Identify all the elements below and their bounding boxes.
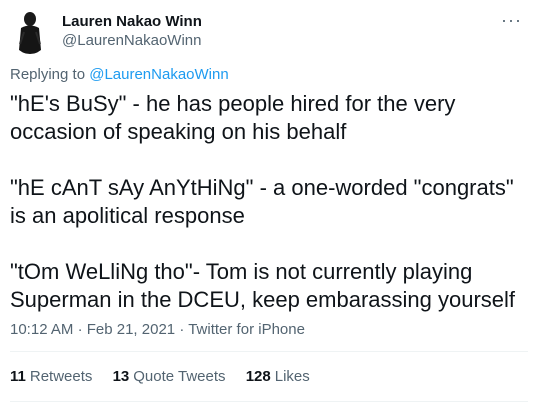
- replying-to: Replying to @LaurenNakaoWinn: [10, 66, 229, 83]
- avatar-image: [10, 10, 50, 54]
- tweet-paragraph: "hE's BuSy" - he has people hired for th…: [10, 91, 456, 144]
- replying-to-link[interactable]: @LaurenNakaoWinn: [89, 66, 228, 83]
- meta-separator: ·: [77, 321, 87, 338]
- likes-label: Likes: [274, 368, 310, 385]
- replying-prefix: Replying to: [10, 66, 86, 83]
- divider: [10, 401, 528, 402]
- tweet-meta: 10:12 AM · Feb 21, 2021 · Twitter for iP…: [10, 321, 305, 338]
- divider: [10, 351, 528, 352]
- likes-count: 128: [245, 368, 271, 385]
- tweet-time[interactable]: 10:12 AM: [10, 321, 73, 338]
- more-options-icon[interactable]: ···: [501, 10, 522, 31]
- tweet-date[interactable]: Feb 21, 2021: [87, 321, 175, 338]
- retweets-count: 11: [10, 368, 26, 385]
- retweets-label: Retweets: [29, 368, 93, 385]
- likes-stat[interactable]: 128 Likes: [246, 368, 310, 385]
- retweets-stat[interactable]: 11 Retweets: [10, 368, 92, 385]
- author-display-name[interactable]: Lauren Nakao Winn: [62, 13, 202, 31]
- tweet-paragraph: "hE cAnT sAy AnYtHiNg" - a one-worded "c…: [10, 175, 514, 228]
- quote-tweets-label: Quote Tweets: [133, 368, 226, 385]
- author-handle[interactable]: @LaurenNakaoWinn: [62, 31, 202, 50]
- tweet-stats: 11 Retweets 13 Quote Tweets 128 Likes: [10, 368, 326, 385]
- tweet-header: Lauren Nakao Winn @LaurenNakaoWinn ···: [8, 10, 528, 54]
- tweet-text: "hE's BuSy" - he has people hired for th…: [10, 90, 525, 314]
- tweet-source[interactable]: Twitter for iPhone: [188, 321, 305, 338]
- meta-separator: ·: [179, 321, 189, 338]
- quote-tweets-count: 13: [112, 368, 130, 385]
- tweet-card: Lauren Nakao Winn @LaurenNakaoWinn ··· R…: [0, 0, 538, 403]
- author-names: Lauren Nakao Winn @LaurenNakaoWinn: [62, 13, 202, 50]
- tweet-paragraph: "tOm WeLliNg tho"- Tom is not currently …: [10, 259, 516, 312]
- quote-tweets-stat[interactable]: 13 Quote Tweets: [113, 368, 226, 385]
- avatar[interactable]: [10, 10, 50, 54]
